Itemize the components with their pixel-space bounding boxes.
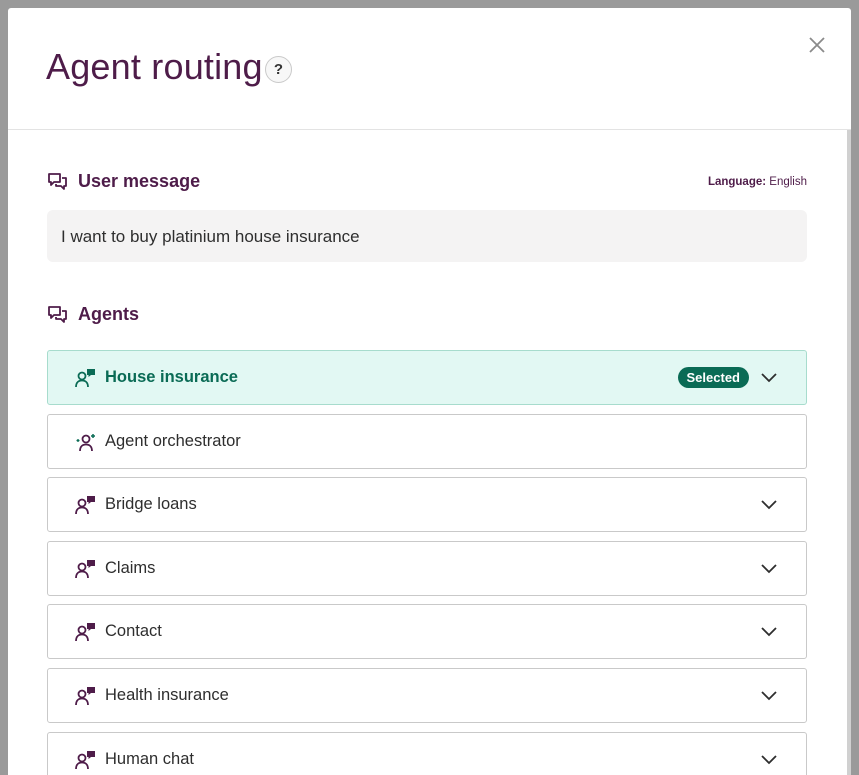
chevron-down-icon[interactable]: [760, 688, 778, 704]
close-button[interactable]: [805, 33, 829, 57]
chevron-down-icon[interactable]: [760, 370, 778, 386]
agent-routing-dialog: Agent routing ? User message Language: E…: [8, 8, 851, 775]
agent-item-bridge-loans[interactable]: Bridge loans: [47, 477, 807, 532]
user-message-heading: User message: [47, 171, 200, 192]
agent-chat-icon: [75, 749, 97, 771]
user-message-title: User message: [78, 171, 201, 191]
chevron-down-icon[interactable]: [760, 752, 778, 768]
dialog-title: Agent routing: [46, 46, 263, 87]
agent-item-agent-orchestrator[interactable]: Agent orchestrator: [47, 414, 807, 469]
chevron-down-icon[interactable]: [760, 624, 778, 640]
orchestrator-icon: [75, 431, 97, 453]
agent-item-label: Health insurance: [105, 686, 229, 704]
agent-item-label: House insurance: [105, 368, 238, 386]
help-button[interactable]: ?: [265, 56, 292, 83]
agent-item-label: Claims: [105, 559, 156, 577]
selected-badge: Selected: [677, 367, 749, 388]
agent-item-human-chat[interactable]: Human chat: [47, 732, 807, 775]
agent-item-claims[interactable]: Claims: [47, 541, 807, 596]
scrollbar[interactable]: [847, 130, 851, 775]
chat-bubbles-icon: [48, 305, 67, 323]
chevron-down-icon[interactable]: [760, 497, 778, 513]
agent-item-label: Bridge loans: [105, 495, 197, 513]
help-icon: ?: [273, 61, 284, 78]
dialog-header: Agent routing ?: [8, 8, 851, 130]
agent-item-health-insurance[interactable]: Health insurance: [47, 668, 807, 723]
language-value: English: [769, 176, 807, 188]
agent-item-house-insurance[interactable]: House insurance Selected: [47, 350, 807, 405]
agent-item-label: Human chat: [105, 750, 194, 768]
agent-item-label: Agent orchestrator: [105, 432, 241, 450]
agent-chat-icon: [75, 558, 97, 580]
user-message-text: I want to buy platinium house insurance: [61, 227, 360, 246]
chat-bubbles-icon: [48, 172, 67, 190]
language-label: Language:: [707, 176, 767, 188]
user-message-box: I want to buy platinium house insurance: [47, 210, 807, 262]
agents-title: Agents: [78, 304, 140, 324]
agent-chat-icon: [75, 685, 97, 707]
agent-chat-icon: [75, 367, 97, 389]
agent-chat-icon: [75, 494, 97, 516]
agent-item-label: Contact: [105, 622, 162, 640]
agent-item-contact[interactable]: Contact: [47, 604, 807, 659]
language-indicator: Language: English: [708, 176, 807, 188]
chevron-down-icon[interactable]: [760, 561, 778, 577]
agent-chat-icon: [75, 621, 97, 643]
agents-heading: Agents: [47, 304, 139, 325]
close-icon: [809, 37, 825, 53]
